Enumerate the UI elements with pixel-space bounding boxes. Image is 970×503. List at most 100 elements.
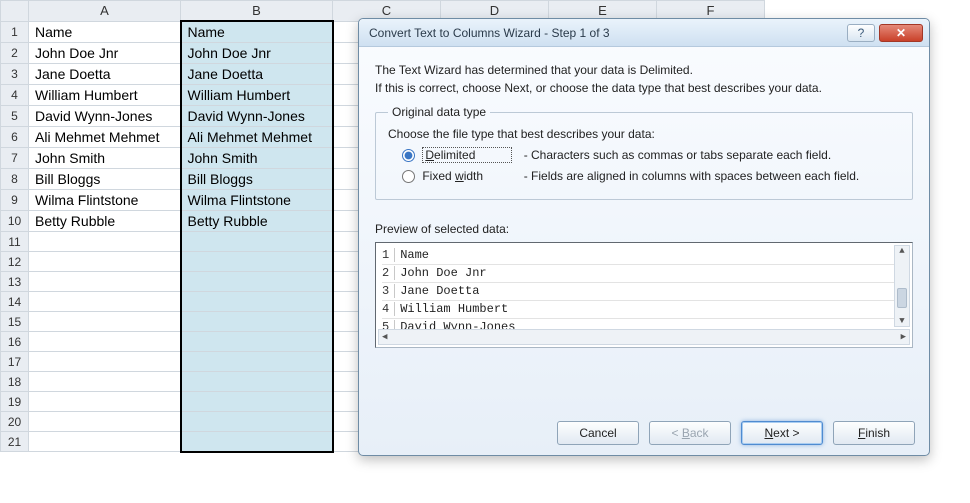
row-header[interactable]: 3 [1, 64, 29, 85]
preview-label: Preview of selected data: [375, 222, 913, 236]
back-button: < Back [649, 421, 731, 445]
row-header[interactable]: 20 [1, 412, 29, 432]
cell-b7[interactable]: John Smith [181, 148, 333, 169]
scroll-right-icon: ▶ [901, 332, 906, 342]
cell-b16[interactable] [181, 332, 333, 352]
close-button[interactable]: ✕ [879, 24, 923, 42]
radio-delimited-label: elimited [434, 148, 475, 162]
radio-delimited-desc: - Characters such as commas or tabs sepa… [524, 148, 831, 162]
cell-a13[interactable] [29, 272, 181, 292]
finish-button[interactable]: Finish [833, 421, 915, 445]
cancel-button[interactable]: Cancel [557, 421, 639, 445]
preview-line: 1Name [382, 247, 906, 265]
cell-b5[interactable]: David Wynn-Jones [181, 106, 333, 127]
row-header[interactable]: 7 [1, 148, 29, 169]
cell-a7[interactable]: John Smith [29, 148, 181, 169]
preview-line: 4William Humbert [382, 301, 906, 319]
cell-b1[interactable]: Name [181, 21, 333, 43]
radio-delimited[interactable]: Delimited [402, 148, 516, 162]
scroll-left-icon: ◀ [382, 332, 387, 342]
radio-delimited-input[interactable] [402, 149, 415, 162]
cell-b13[interactable] [181, 272, 333, 292]
row-header[interactable]: 16 [1, 332, 29, 352]
row-header[interactable]: 10 [1, 211, 29, 232]
row-header[interactable]: 2 [1, 43, 29, 64]
text-to-columns-wizard-dialog: Convert Text to Columns Wizard - Step 1 … [358, 18, 930, 456]
cell-a1[interactable]: Name [29, 21, 181, 43]
col-header-b[interactable]: B [181, 1, 333, 22]
wizard-intro-1: The Text Wizard has determined that your… [375, 63, 913, 77]
row-header[interactable]: 17 [1, 352, 29, 372]
cell-a8[interactable]: Bill Bloggs [29, 169, 181, 190]
cell-a3[interactable]: Jane Doetta [29, 64, 181, 85]
cell-a6[interactable]: Ali Mehmet Mehmet [29, 127, 181, 148]
cell-b11[interactable] [181, 232, 333, 252]
cell-a4[interactable]: William Humbert [29, 85, 181, 106]
row-header[interactable]: 14 [1, 292, 29, 312]
cell-a20[interactable] [29, 412, 181, 432]
row-header[interactable]: 9 [1, 190, 29, 211]
cell-b14[interactable] [181, 292, 333, 312]
row-header[interactable]: 8 [1, 169, 29, 190]
scroll-up-icon: ▲ [899, 246, 904, 256]
cell-a14[interactable] [29, 292, 181, 312]
cell-b15[interactable] [181, 312, 333, 332]
preview-line: 2John Doe Jnr [382, 265, 906, 283]
cell-b9[interactable]: Wilma Flintstone [181, 190, 333, 211]
cell-a16[interactable] [29, 332, 181, 352]
cell-b21[interactable] [181, 432, 333, 452]
row-header[interactable]: 11 [1, 232, 29, 252]
cell-a21[interactable] [29, 432, 181, 452]
row-header[interactable]: 12 [1, 252, 29, 272]
cell-b18[interactable] [181, 372, 333, 392]
cell-a9[interactable]: Wilma Flintstone [29, 190, 181, 211]
cell-b19[interactable] [181, 392, 333, 412]
cell-b10[interactable]: Betty Rubble [181, 211, 333, 232]
select-all-corner[interactable] [1, 1, 29, 22]
cell-a10[interactable]: Betty Rubble [29, 211, 181, 232]
close-icon: ✕ [896, 26, 906, 40]
cell-a15[interactable] [29, 312, 181, 332]
row-header[interactable]: 19 [1, 392, 29, 412]
cell-b8[interactable]: Bill Bloggs [181, 169, 333, 190]
scroll-thumb[interactable] [897, 288, 907, 308]
col-header-a[interactable]: A [29, 1, 181, 22]
row-header[interactable]: 6 [1, 127, 29, 148]
radio-fixed-width-input[interactable] [402, 170, 415, 183]
row-header[interactable]: 18 [1, 372, 29, 392]
row-header[interactable]: 15 [1, 312, 29, 332]
preview-hscrollbar[interactable]: ◀ ▶ [378, 329, 910, 345]
cell-a19[interactable] [29, 392, 181, 412]
preview-box: 1Name2John Doe Jnr3Jane Doetta4William H… [375, 242, 913, 348]
cell-a12[interactable] [29, 252, 181, 272]
cell-a5[interactable]: David Wynn-Jones [29, 106, 181, 127]
cell-a17[interactable] [29, 352, 181, 372]
dialog-titlebar[interactable]: Convert Text to Columns Wizard - Step 1 … [359, 19, 929, 47]
cell-b4[interactable]: William Humbert [181, 85, 333, 106]
row-header[interactable]: 4 [1, 85, 29, 106]
preview-vscrollbar[interactable]: ▲ ▼ [894, 245, 910, 327]
cell-b2[interactable]: John Doe Jnr [181, 43, 333, 64]
wizard-intro-2: If this is correct, choose Next, or choo… [375, 81, 913, 95]
cell-b20[interactable] [181, 412, 333, 432]
scroll-down-icon: ▼ [899, 316, 904, 326]
row-header[interactable]: 5 [1, 106, 29, 127]
original-data-type-legend: Original data type [388, 105, 490, 119]
help-icon: ? [858, 26, 865, 40]
original-data-type-group: Original data type Choose the file type … [375, 105, 913, 200]
row-header[interactable]: 21 [1, 432, 29, 452]
cell-b3[interactable]: Jane Doetta [181, 64, 333, 85]
preview-line: 3Jane Doetta [382, 283, 906, 301]
row-header[interactable]: 13 [1, 272, 29, 292]
cell-a2[interactable]: John Doe Jnr [29, 43, 181, 64]
cell-b6[interactable]: Ali Mehmet Mehmet [181, 127, 333, 148]
next-button[interactable]: Next > [741, 421, 823, 445]
radio-fixed-width[interactable]: Fixed width [402, 169, 516, 183]
cell-b17[interactable] [181, 352, 333, 372]
cell-a11[interactable] [29, 232, 181, 252]
help-button[interactable]: ? [847, 24, 875, 42]
radio-fixed-width-desc: - Fields are aligned in columns with spa… [524, 169, 860, 183]
cell-b12[interactable] [181, 252, 333, 272]
cell-a18[interactable] [29, 372, 181, 392]
row-header[interactable]: 1 [1, 21, 29, 43]
